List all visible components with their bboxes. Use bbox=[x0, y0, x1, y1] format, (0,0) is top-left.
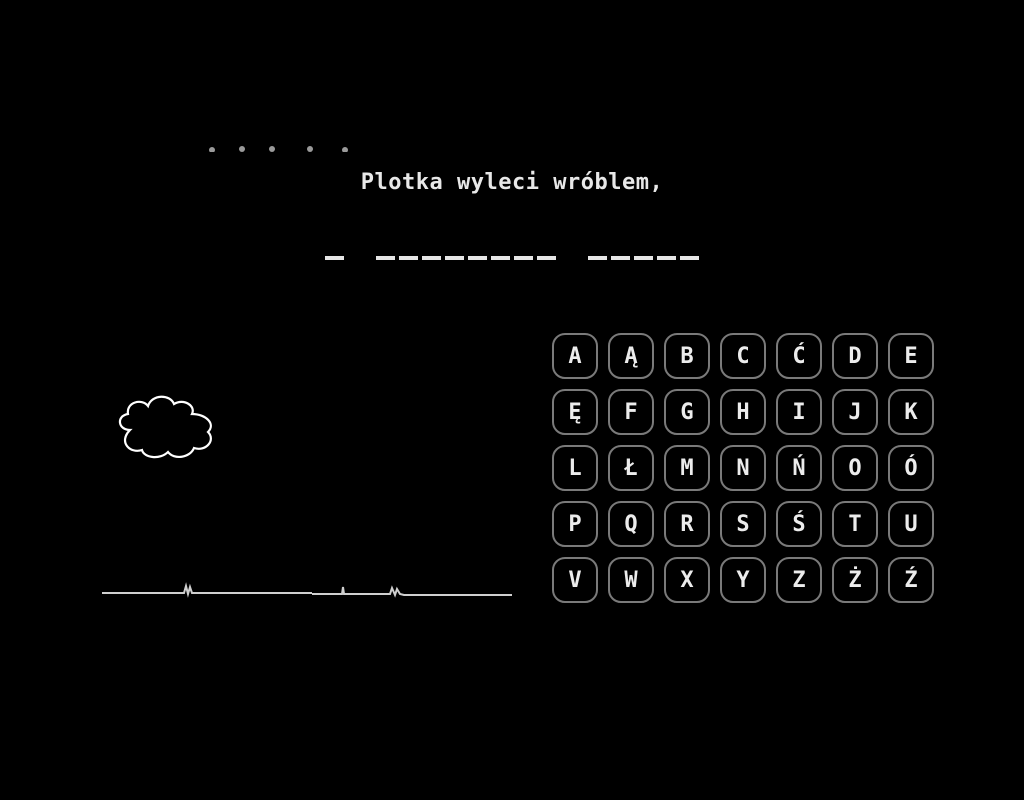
letter-key[interactable]: Q bbox=[608, 501, 654, 547]
letter-key[interactable]: Ó bbox=[888, 445, 934, 491]
letter-slot bbox=[325, 236, 344, 260]
letter-slot bbox=[634, 236, 653, 260]
letter-key[interactable]: T bbox=[832, 501, 878, 547]
letter-key[interactable]: U bbox=[888, 501, 934, 547]
letter-key[interactable]: Y bbox=[720, 557, 766, 603]
letter-key[interactable]: X bbox=[664, 557, 710, 603]
proverb-clue: Plotka wyleci wróblem, bbox=[360, 170, 664, 195]
letter-key[interactable]: C bbox=[720, 333, 766, 379]
letter-key[interactable]: L bbox=[552, 445, 598, 491]
letter-key[interactable]: W bbox=[608, 557, 654, 603]
letter-slot bbox=[376, 236, 395, 260]
game-stage: Plotka wyleci wróblem, AĄBCĆDE ĘFGHIJK LŁM… bbox=[0, 0, 1024, 800]
letter-key[interactable]: S bbox=[720, 501, 766, 547]
letter-slot bbox=[588, 236, 607, 260]
letter-key[interactable]: K bbox=[888, 389, 934, 435]
letter-key[interactable]: Ć bbox=[776, 333, 822, 379]
cloud-icon bbox=[118, 395, 212, 459]
letter-slot bbox=[657, 236, 676, 260]
letter-slot bbox=[611, 236, 630, 260]
letter-key[interactable]: M bbox=[664, 445, 710, 491]
letter-key[interactable]: B bbox=[664, 333, 710, 379]
letter-slot bbox=[399, 236, 418, 260]
letter-key[interactable]: J bbox=[832, 389, 878, 435]
letter-key[interactable]: N bbox=[720, 445, 766, 491]
letter-key[interactable]: G bbox=[664, 389, 710, 435]
letter-key[interactable]: O bbox=[832, 445, 878, 491]
letter-key[interactable]: Ż bbox=[832, 557, 878, 603]
letter-key[interactable]: R bbox=[664, 501, 710, 547]
letter-key[interactable]: Ź bbox=[888, 557, 934, 603]
letter-slot bbox=[680, 236, 699, 260]
answer-word bbox=[376, 236, 556, 260]
letter-slot bbox=[422, 236, 441, 260]
answer-word bbox=[325, 236, 344, 260]
letter-key[interactable]: P bbox=[552, 501, 598, 547]
letter-key[interactable]: F bbox=[608, 389, 654, 435]
answer-word bbox=[588, 236, 699, 260]
hangman-scene bbox=[102, 395, 512, 598]
letter-key[interactable]: H bbox=[720, 389, 766, 435]
letter-slot bbox=[491, 236, 510, 260]
letter-key[interactable]: Ę bbox=[552, 389, 598, 435]
letter-key[interactable]: Ł bbox=[608, 445, 654, 491]
letter-slot bbox=[514, 236, 533, 260]
ground-line bbox=[102, 582, 512, 598]
letter-key[interactable]: Ś bbox=[776, 501, 822, 547]
letter-key[interactable]: D bbox=[832, 333, 878, 379]
letter-key[interactable]: E bbox=[888, 333, 934, 379]
letter-key[interactable]: Ą bbox=[608, 333, 654, 379]
letter-key[interactable]: Ń bbox=[776, 445, 822, 491]
top-decoration bbox=[209, 146, 348, 152]
letter-key[interactable]: A bbox=[552, 333, 598, 379]
letter-slot bbox=[468, 236, 487, 260]
letter-slot bbox=[537, 236, 556, 260]
answer-slots bbox=[0, 236, 1024, 260]
letter-keyboard: AĄBCĆDE ĘFGHIJK LŁMNŃOÓ PQRSŚTU VWXYZŻŹ bbox=[552, 333, 934, 603]
letter-key[interactable]: V bbox=[552, 557, 598, 603]
letter-key[interactable]: Z bbox=[776, 557, 822, 603]
letter-slot bbox=[445, 236, 464, 260]
letter-key[interactable]: I bbox=[776, 389, 822, 435]
